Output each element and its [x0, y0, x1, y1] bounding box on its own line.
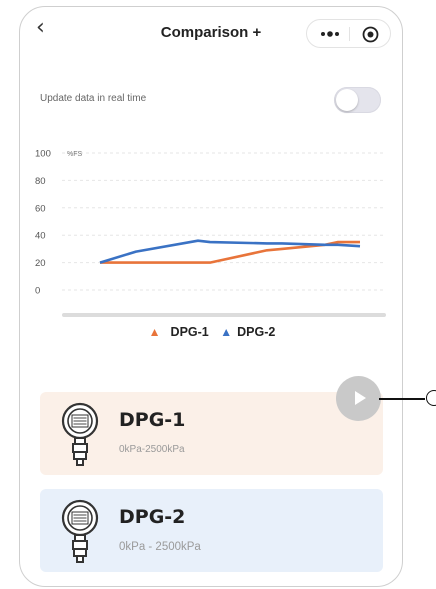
legend-item-dpg-1[interactable]: ▲ DPG-1	[149, 325, 209, 339]
legend-triangle-icon: ▲	[148, 325, 161, 339]
y-tick-label: 80	[35, 176, 46, 187]
device-card-dpg-1[interactable]: DPG-1 0kPa-2500kPa	[40, 392, 383, 475]
y-tick-label: 0	[35, 286, 40, 297]
legend-label: DPG-1	[170, 325, 209, 339]
device-name: DPG-1	[119, 409, 186, 431]
target-icon[interactable]	[362, 26, 379, 43]
more-dots-icon[interactable]	[318, 26, 342, 42]
device-name: DPG-2	[119, 506, 186, 528]
callout-line	[379, 398, 425, 400]
mini-program-capsule	[306, 19, 391, 48]
play-icon	[355, 391, 366, 405]
chart-legend: ▲ DPG-1 ▲ DPG-2	[20, 325, 402, 339]
device-range: 0kPa - 2500kPa	[119, 541, 201, 553]
y-tick-label: 60	[35, 203, 46, 214]
device-range: 0kPa-2500kPa	[119, 444, 185, 455]
y-tick-label: 20	[35, 258, 46, 269]
y-unit-label: %FS	[67, 151, 83, 158]
play-button[interactable]	[336, 376, 381, 421]
legend-item-dpg-2[interactable]: ▲ DPG-2	[220, 325, 275, 339]
capsule-divider	[349, 27, 350, 41]
realtime-label: Update data in real time	[40, 93, 147, 104]
nav-bar: ‹ Comparison +	[20, 7, 402, 59]
comparison-line-chart: 100 80 60 40 20 0 %FS	[35, 149, 386, 317]
realtime-toggle[interactable]	[334, 87, 381, 113]
legend-label: DPG-2	[237, 325, 276, 339]
device-card-dpg-2[interactable]: DPG-2 0kPa - 2500kPa	[40, 489, 383, 572]
chart-scrollbar	[62, 313, 386, 317]
pressure-gauge-icon	[61, 402, 99, 466]
pressure-gauge-icon	[61, 499, 99, 563]
toggle-knob	[336, 89, 358, 111]
legend-triangle-icon: ▲	[220, 325, 233, 339]
callout-marker	[426, 390, 436, 406]
y-tick-label: 100	[35, 149, 51, 160]
y-tick-label: 40	[35, 231, 46, 242]
phone-frame: ‹ Comparison + Update data in real time …	[19, 6, 403, 587]
